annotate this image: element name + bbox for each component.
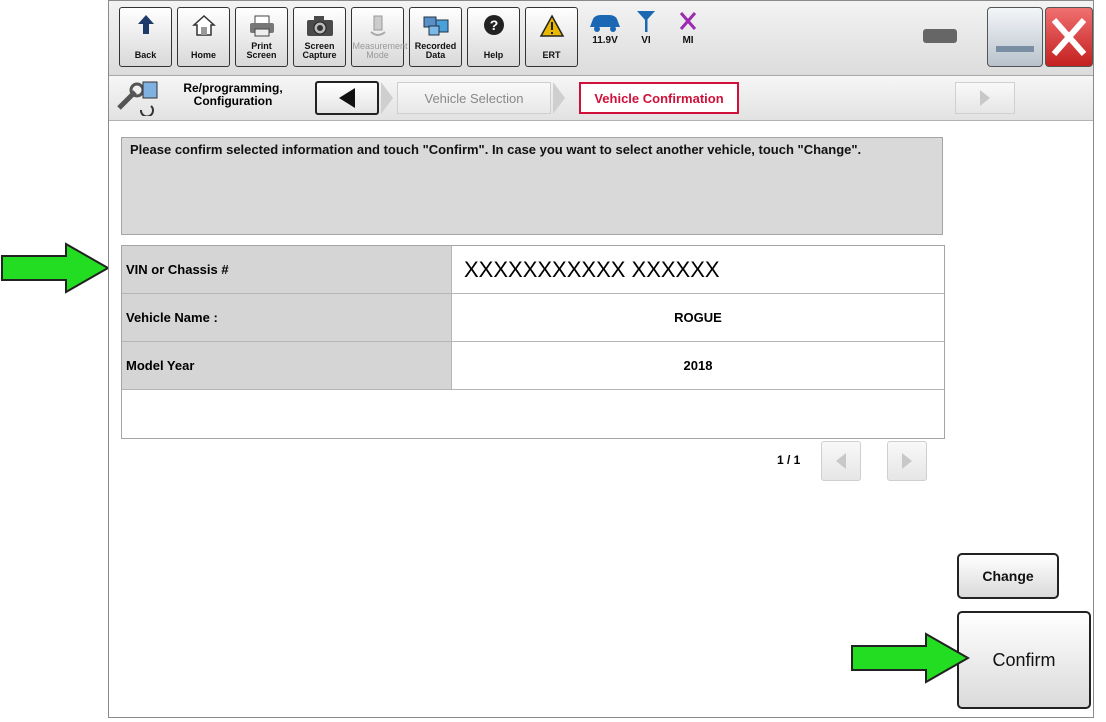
section-title-line2: Configuration <box>193 94 273 108</box>
crumb-vehicle-selection[interactable]: Vehicle Selection <box>397 82 551 114</box>
battery-indicator-icon <box>923 29 957 43</box>
screen-capture-button[interactable]: Screen Capture <box>293 7 346 67</box>
measurement-icon <box>369 15 386 36</box>
crumb-separator <box>553 82 565 114</box>
main-content: Please confirm selected information and … <box>109 121 1093 717</box>
home-label: Home <box>190 50 216 60</box>
help-icon: ? <box>483 15 504 35</box>
camera-icon <box>306 16 333 36</box>
antenna-icon <box>637 11 655 32</box>
recorded-data-label: Recorded Data <box>414 41 457 60</box>
forward-step-button[interactable] <box>955 82 1015 114</box>
recorded-data-button[interactable]: Recorded Data <box>409 7 462 67</box>
mi-label: MI <box>682 35 694 46</box>
empty-table-row <box>122 390 944 438</box>
change-button[interactable]: Change <box>957 553 1059 599</box>
consult-window: Back Home Print Screen Screen Capture Me… <box>108 0 1094 718</box>
battery-voltage-status: 11.9V <box>587 9 623 46</box>
annotation-arrow-vin <box>1 242 111 294</box>
svg-text:?: ? <box>489 17 498 33</box>
back-label: Back <box>134 50 157 60</box>
car-icon <box>590 15 620 32</box>
table-row: Vehicle Name : ROGUE <box>122 294 944 342</box>
triangle-left-icon <box>836 453 846 469</box>
recorded-data-icon <box>423 16 448 36</box>
ert-label: ERT <box>542 50 561 60</box>
disconnected-x-icon <box>679 12 697 30</box>
voltage-label: 11.9V <box>592 35 618 46</box>
confirm-button[interactable]: Confirm <box>957 611 1091 709</box>
vin-value: XXXXXXXXXXX XXXXXX <box>452 246 944 293</box>
crumb-separator <box>381 82 393 114</box>
triangle-left-icon <box>339 88 355 108</box>
warning-icon <box>539 14 564 37</box>
model-year-label: Model Year <box>122 342 452 389</box>
crumb-separator-icon <box>553 82 565 114</box>
close-button[interactable] <box>1045 7 1093 67</box>
printer-icon <box>249 15 274 37</box>
home-icon <box>191 14 216 36</box>
breadcrumb: Re/programming, Configuration Vehicle Se… <box>109 76 1093 121</box>
vehicle-info-table: VIN or Chassis # XXXXXXXXXXX XXXXXX Vehi… <box>121 245 945 439</box>
mi-status: MI <box>677 9 699 46</box>
vi-label: VI <box>641 35 651 46</box>
measurement-mode-label: Measurement Mode <box>352 41 408 60</box>
vi-status: VI <box>635 9 657 46</box>
reprogramming-icon <box>117 81 158 116</box>
triangle-right-icon <box>902 453 912 469</box>
model-year-value: 2018 <box>452 342 944 389</box>
page-indicator: 1 / 1 <box>777 453 801 467</box>
ert-button[interactable]: ERT <box>525 7 578 67</box>
close-icon <box>1051 18 1087 56</box>
back-button[interactable]: Back <box>119 7 172 67</box>
prev-page-button[interactable] <box>821 441 861 481</box>
screen-capture-label: Screen Capture <box>302 41 337 60</box>
measurement-mode-button[interactable]: Measurement Mode <box>351 7 408 67</box>
table-row: Model Year 2018 <box>122 342 944 390</box>
minimize-icon <box>996 46 1034 52</box>
home-button[interactable]: Home <box>177 7 230 67</box>
back-step-button[interactable] <box>315 81 379 115</box>
crumb-vehicle-confirmation: Vehicle Confirmation <box>579 82 739 114</box>
help-label: Help <box>483 50 504 60</box>
vehicle-name-label: Vehicle Name : <box>122 294 452 341</box>
print-screen-button[interactable]: Print Screen <box>235 7 288 67</box>
instruction-message: Please confirm selected information and … <box>121 137 943 235</box>
back-arrow-icon <box>137 15 154 34</box>
help-button[interactable]: ? Help <box>467 7 520 67</box>
section-title: Re/programming, Configuration <box>165 82 301 108</box>
annotation-arrow-confirm <box>851 632 971 684</box>
minimize-button[interactable] <box>987 7 1043 67</box>
toolbar: Back Home Print Screen Screen Capture Me… <box>109 1 1093 76</box>
vehicle-name-value: ROGUE <box>452 294 944 341</box>
triangle-right-icon <box>980 90 990 106</box>
crumb-separator-icon <box>381 82 393 114</box>
vin-label: VIN or Chassis # <box>122 246 452 293</box>
table-row: VIN or Chassis # XXXXXXXXXXX XXXXXX <box>122 246 944 294</box>
print-screen-label: Print Screen <box>246 41 277 60</box>
next-page-button[interactable] <box>887 441 927 481</box>
